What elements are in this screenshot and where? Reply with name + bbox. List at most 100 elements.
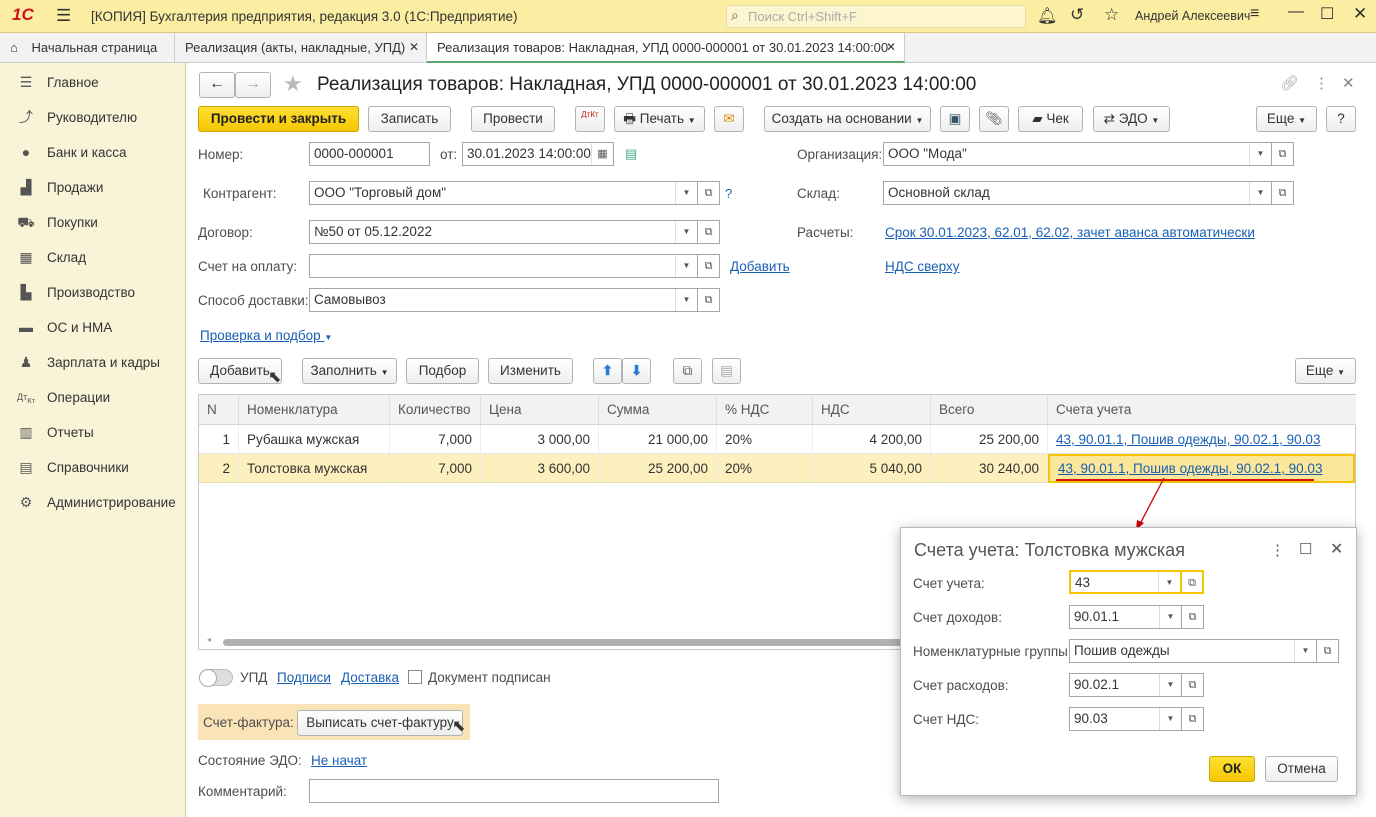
delivery-link[interactable]: Доставка	[341, 670, 399, 685]
main-menu-icon[interactable]: ☰	[56, 6, 71, 26]
maximize-icon[interactable]: ☐	[1320, 4, 1334, 24]
expense-field[interactable]: 90.02.1 ▼	[1069, 673, 1182, 697]
more-vertical-icon[interactable]: ⋮	[1270, 541, 1285, 559]
open-icon[interactable]: ⧉	[698, 254, 720, 278]
settings-lines-icon[interactable]: ≡	[1250, 5, 1259, 23]
chevron-down-icon[interactable]: ▼	[1294, 640, 1316, 662]
post-and-close-button[interactable]: Провести и закрыть	[198, 106, 359, 132]
chevron-down-icon[interactable]: ▼	[1159, 606, 1181, 628]
copy-button[interactable]: ⧉	[673, 358, 702, 384]
check-select-link[interactable]: Проверка и подбор ▼	[200, 328, 332, 343]
search-box[interactable]: ⌕ Поиск Ctrl+Shift+F	[726, 5, 1026, 28]
more-vertical-icon[interactable]: ⋮	[1314, 74, 1329, 92]
tab-sales-list[interactable]: Реализация (акты, накладные, УПД) ✕	[175, 33, 427, 63]
invoice-field[interactable]: ▼	[309, 254, 698, 278]
sidebar-item-admin[interactable]: ⚙ Администрирование	[0, 485, 186, 520]
warehouse-field[interactable]: Основной склад ▼	[883, 181, 1272, 205]
open-icon[interactable]: ⧉	[1182, 673, 1204, 697]
sidebar-item-catalogs[interactable]: ▤ Справочники	[0, 450, 186, 485]
settlements-link[interactable]: Срок 30.01.2023, 62.01, 62.02, зачет ава…	[885, 225, 1255, 240]
move-down-button[interactable]: ⬇	[622, 358, 651, 384]
row-vat-rate[interactable]: 20%	[717, 454, 813, 483]
vat-on-top-link[interactable]: НДС сверху	[885, 259, 960, 274]
open-icon[interactable]: ⧉	[1317, 639, 1339, 663]
column-header-total[interactable]: Всего	[931, 395, 1048, 425]
more-button[interactable]: Еще ▼	[1256, 106, 1317, 132]
scroll-left-icon[interactable]: ◂	[207, 635, 211, 644]
move-up-button[interactable]: ⬆	[593, 358, 622, 384]
row-sum[interactable]: 21 000,00	[599, 425, 717, 454]
fill-button[interactable]: Заполнить ▼	[302, 358, 397, 384]
sidebar-item-production[interactable]: ▙ Производство	[0, 275, 186, 310]
sidebar-item-reports[interactable]: ▥ Отчеты	[0, 415, 186, 450]
row-item[interactable]: Толстовка мужская	[239, 454, 390, 483]
save-button[interactable]: Записать	[368, 106, 451, 132]
receipt-button[interactable]: ▰ Чек	[1018, 106, 1083, 132]
vat-account-field[interactable]: 90.03 ▼	[1069, 707, 1182, 731]
open-icon[interactable]: ⧉	[698, 181, 720, 205]
dtkt-button[interactable]: ДтКт	[575, 106, 605, 132]
close-icon[interactable]: ✕	[1353, 4, 1367, 24]
chevron-down-icon[interactable]: ▼	[1158, 572, 1180, 592]
row-vat-rate[interactable]: 20%	[717, 425, 813, 454]
minimize-icon[interactable]: —	[1288, 3, 1304, 21]
structure-button[interactable]: ▣	[940, 106, 970, 132]
open-icon[interactable]: ⧉	[1182, 707, 1204, 731]
row-accounts-link[interactable]: 43, 90.01.1, Пошив одежды, 90.02.1, 90.0…	[1048, 425, 1355, 454]
date-field[interactable]: 30.01.2023 14:00:00 ▦	[462, 142, 614, 166]
link-icon[interactable]: 🔗︎	[1280, 74, 1299, 92]
edo-button[interactable]: ⇄ ЭДО ▼	[1093, 106, 1170, 132]
close-tab-icon[interactable]: ✕	[886, 33, 896, 62]
counterparty-help-icon[interactable]: ?	[725, 186, 732, 201]
sidebar-item-manager[interactable]: ⤴ Руководителю	[0, 100, 186, 135]
change-button[interactable]: Изменить	[488, 358, 573, 384]
chevron-down-icon[interactable]: ▼	[1159, 708, 1181, 730]
sidebar-item-assets[interactable]: ▬ ОС и НМА	[0, 310, 186, 345]
attach-button[interactable]: 📎︎	[979, 106, 1009, 132]
row-price[interactable]: 3 600,00	[481, 454, 599, 483]
horizontal-scrollbar[interactable]	[223, 639, 913, 646]
chevron-down-icon[interactable]: ▼	[1159, 674, 1181, 696]
favorite-star-icon[interactable]: ★	[283, 71, 303, 97]
column-header-item[interactable]: Номенклатура	[239, 395, 390, 425]
sidebar-item-operations[interactable]: ДтКт Операции	[0, 380, 186, 415]
comment-field[interactable]	[309, 779, 719, 803]
signatures-link[interactable]: Подписи	[277, 670, 331, 685]
maximize-icon[interactable]: ☐	[1299, 540, 1312, 558]
income-field[interactable]: 90.01.1 ▼	[1069, 605, 1182, 629]
history-icon[interactable]: ↺	[1070, 5, 1084, 25]
row-item[interactable]: Рубашка мужская	[239, 425, 390, 454]
column-header-sum[interactable]: Сумма	[599, 395, 717, 425]
row-qty[interactable]: 7,000	[390, 454, 481, 483]
tab-home[interactable]: ⌂ Начальная страница	[0, 33, 175, 63]
row-qty[interactable]: 7,000	[390, 425, 481, 454]
select-button[interactable]: Подбор	[406, 358, 479, 384]
table-row[interactable]: 1 Рубашка мужская 7,000 3 000,00 21 000,…	[199, 425, 1355, 454]
chevron-down-icon[interactable]: ▼	[675, 289, 697, 311]
open-icon[interactable]: ⧉	[698, 288, 720, 312]
chevron-down-icon[interactable]: ▼	[1249, 143, 1271, 165]
cancel-button[interactable]: Отмена	[1265, 756, 1338, 782]
close-tab-icon[interactable]: ✕	[409, 33, 419, 62]
user-name[interactable]: Андрей Алексеевич	[1135, 9, 1250, 23]
chevron-down-icon[interactable]: ▼	[675, 182, 697, 204]
open-icon[interactable]: ⧉	[698, 220, 720, 244]
signed-checkbox[interactable]	[408, 670, 422, 684]
bell-icon[interactable]: 🔔︎	[1037, 6, 1057, 26]
row-vat[interactable]: 5 040,00	[813, 454, 931, 483]
contract-field[interactable]: №50 от 05.12.2022 ▼	[309, 220, 698, 244]
table-more-button[interactable]: Еще ▼	[1295, 358, 1356, 384]
print-button[interactable]: 🖶︎ Печать ▼	[614, 106, 705, 132]
ok-button[interactable]: ОК	[1209, 756, 1255, 782]
sidebar-item-purchases[interactable]: ⛟ Покупки	[0, 205, 186, 240]
row-vat[interactable]: 4 200,00	[813, 425, 931, 454]
row-price[interactable]: 3 000,00	[481, 425, 599, 454]
calendar-icon[interactable]: ▦	[591, 143, 613, 165]
delivery-field[interactable]: Самовывоз ▼	[309, 288, 698, 312]
column-header-vat-rate[interactable]: % НДС	[717, 395, 813, 425]
close-doc-icon[interactable]: ✕	[1342, 74, 1355, 92]
help-button[interactable]: ?	[1326, 106, 1356, 132]
row-sum[interactable]: 25 200,00	[599, 454, 717, 483]
post-button[interactable]: Провести	[471, 106, 555, 132]
counterparty-field[interactable]: ООО "Торговый дом" ▼	[309, 181, 698, 205]
